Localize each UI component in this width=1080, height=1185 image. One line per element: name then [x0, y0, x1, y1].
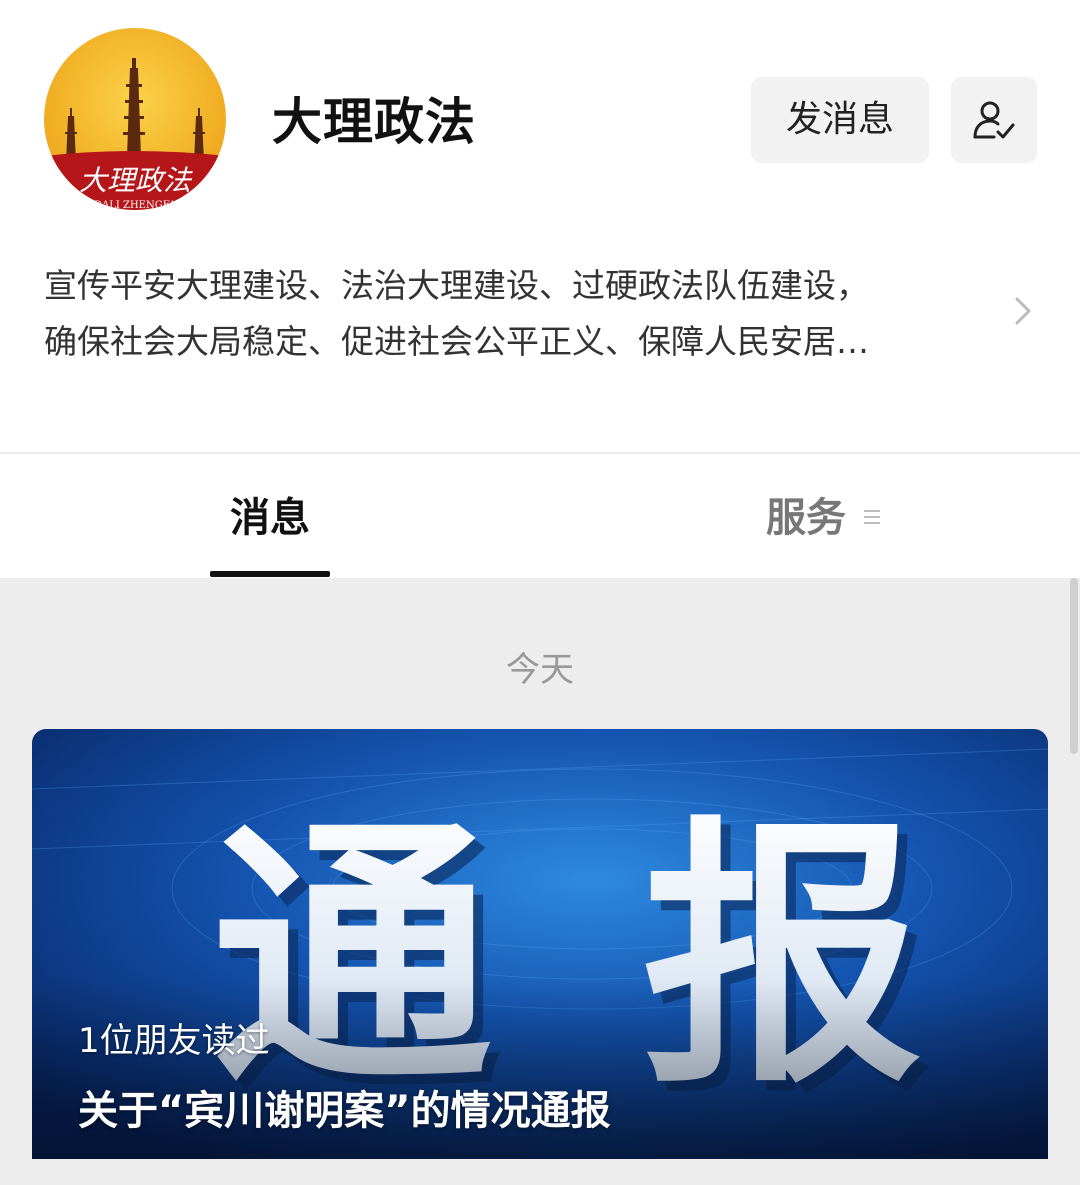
user-check-icon [973, 101, 1015, 139]
description-line-1: 宣传平安大理建设、法治大理建设、过硬政法队伍建设， [44, 266, 869, 305]
tab-bar: 消息 服务 [0, 454, 1080, 578]
avatar[interactable]: 大理政法 DALI ZHENGFA [44, 28, 226, 210]
article-card[interactable]: 通 通 报 报 1位朋友读过 关于“宾川谢明案”的情况通报 [32, 729, 1048, 1159]
message-feed[interactable]: 今天 通 通 报 报 1位朋友读过 关于“宾川谢明案”的情况通报 [0, 578, 1080, 1185]
article-title[interactable]: 关于“宾川谢明案”的情况通报 [78, 1085, 1018, 1137]
menu-lines-icon [864, 510, 880, 524]
account-header: 大理政法 DALI ZHENGFA 大理政法 发消息 宣传平安大理建设、法治大理… [0, 0, 1080, 450]
follow-button[interactable] [951, 77, 1037, 163]
tab-active-indicator [210, 571, 330, 577]
friends-read-count: 1位朋友读过 [78, 1021, 270, 1061]
send-message-button[interactable]: 发消息 [751, 77, 929, 163]
logo-image: 大理政法 DALI ZHENGFA [44, 28, 226, 210]
account-description[interactable]: 宣传平安大理建设、法治大理建设、过硬政法队伍建设， 确保社会大局稳定、促进社会公… [44, 258, 994, 370]
logo-subtext: DALI ZHENGFA [94, 200, 177, 210]
chevron-right-icon[interactable] [1010, 293, 1036, 329]
description-line-2: 确保社会大局稳定、促进社会公平正义、保障人民安居… [44, 322, 869, 361]
tab-messages[interactable]: 消息 [210, 490, 330, 546]
date-label: 今天 [506, 650, 574, 690]
official-account-page: 大理政法 DALI ZHENGFA 大理政法 发消息 宣传平安大理建设、法治大理… [0, 0, 1080, 1185]
logo-text: 大理政法 [79, 164, 193, 197]
tab-services[interactable]: 服务 [766, 490, 846, 546]
account-name: 大理政法 [272, 93, 476, 151]
